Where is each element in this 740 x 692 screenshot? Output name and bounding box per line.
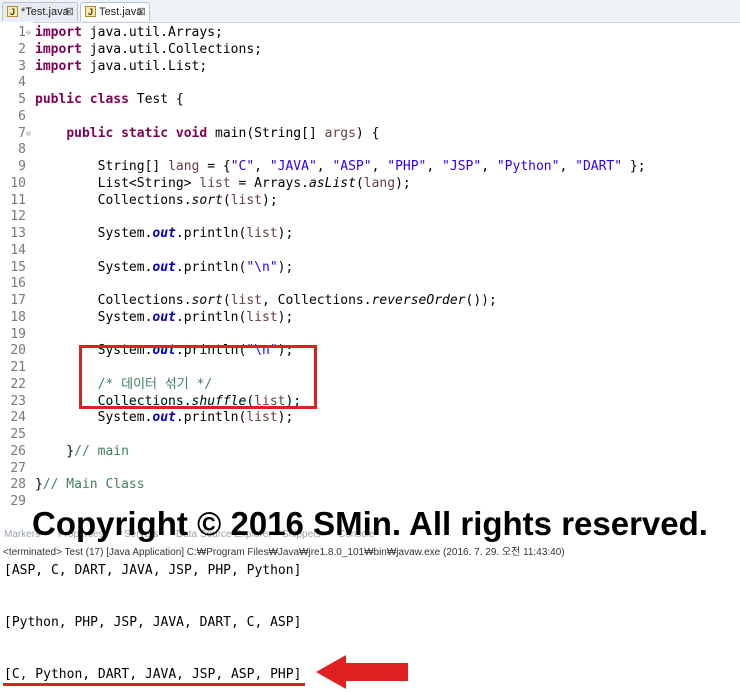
code-editor[interactable]: 1⊖ import java.util.Arrays; 2 import java.u…: [0, 22, 740, 510]
line-number: 28: [10, 477, 26, 493]
line-number: 19: [10, 326, 26, 342]
left-arrow-icon: [316, 655, 408, 689]
fold-toggle-icon[interactable]: ⊖: [26, 24, 35, 41]
code-line: 18 System.out.println(list);: [0, 309, 293, 326]
code-text: System.out.println(list);: [35, 226, 294, 241]
console-status: <terminated> Test (17) [Java Application…: [3, 547, 565, 558]
line-number: 16: [10, 276, 26, 292]
code-line: 11 Collections.sort(list);: [0, 192, 278, 209]
code-line: 27: [0, 460, 35, 477]
console-line: [C, Python, DART, JAVA, JSP, ASP, PHP]: [4, 666, 302, 682]
code-text: }// Main Class: [35, 477, 145, 493]
line-number: 23: [10, 393, 26, 409]
line-number: 4: [18, 75, 26, 91]
code-line: 14: [0, 242, 35, 259]
code-text: Collections.sort(list, Collections.rever…: [35, 293, 497, 308]
code-text: }// main: [35, 443, 129, 459]
code-line: 25: [0, 426, 35, 443]
code-text: import java.util.List;: [35, 58, 208, 74]
code-line: 6: [0, 108, 35, 125]
line-number: 11: [10, 192, 26, 208]
line-number: 27: [10, 460, 26, 476]
close-icon[interactable]: ⊠: [65, 3, 74, 21]
line-number: 25: [10, 427, 26, 442]
code-line: 12: [0, 208, 35, 225]
copyright-watermark: Copyright © 2016 SMin. All rights reserv…: [32, 505, 708, 542]
code-line: 16: [0, 275, 35, 292]
line-number: 3: [18, 58, 26, 74]
line-number: 9: [18, 159, 26, 174]
line-number: 13: [10, 226, 26, 241]
console-line: [ASP, C, DART, JAVA, JSP, PHP, Python]: [4, 563, 302, 578]
tab-label: *Test.java: [21, 6, 69, 18]
editor-tab-bar: *Test.java ⊠ Test.java ⊠: [0, 0, 740, 23]
code-text: import java.util.Arrays;: [35, 25, 223, 40]
code-line: 10 List<String> list = Arrays.asList(lan…: [0, 175, 411, 192]
line-number: 12: [10, 209, 26, 225]
line-number: 15: [10, 259, 26, 275]
line-number: 1: [18, 25, 26, 40]
code-line: 21: [0, 359, 35, 376]
code-line: 26 }// main: [0, 443, 129, 460]
code-line: 7⊖ public static void main(String[] args…: [0, 125, 379, 142]
line-number: 2: [18, 41, 26, 57]
code-line: 2 import java.util.Collections;: [0, 41, 262, 58]
code-text: import java.util.Collections;: [35, 41, 262, 57]
close-icon[interactable]: ⊠: [137, 3, 146, 21]
line-number: 20: [10, 343, 26, 359]
code-text: Collections.sort(list);: [35, 192, 278, 208]
code-line: 28 }// Main Class: [0, 476, 145, 493]
code-line: 24 System.out.println(list);: [0, 409, 293, 426]
code-line: 13 System.out.println(list);: [0, 225, 293, 242]
line-number: 10: [10, 175, 26, 191]
line-number: 17: [10, 293, 26, 308]
line-number: 6: [18, 108, 26, 124]
code-line: 19: [0, 326, 35, 343]
line-number: 24: [10, 410, 26, 426]
code-text: System.out.println(list);: [35, 309, 294, 325]
code-text: public static void main(String[] args) {: [66, 125, 380, 141]
java-file-icon: [7, 3, 18, 21]
line-number: 14: [10, 242, 26, 258]
console-line: [Python, PHP, JSP, JAVA, DART, C, ASP]: [4, 614, 302, 630]
code-text: List<String> list = Arrays.asList(lang);: [35, 175, 411, 191]
result-underline: [3, 683, 305, 686]
code-line: 1⊖ import java.util.Arrays;: [0, 24, 223, 41]
line-number: 26: [10, 443, 26, 459]
code-line: 3 import java.util.List;: [0, 58, 207, 75]
code-line: 17 Collections.sort(list, Collections.re…: [0, 292, 497, 309]
code-text: System.out.println(list);: [35, 410, 294, 426]
code-line: 8: [0, 141, 35, 158]
tab-test-java[interactable]: Test.java ⊠: [80, 2, 150, 21]
fold-toggle-icon[interactable]: ⊖: [26, 125, 35, 142]
tab-test-java-dirty[interactable]: *Test.java ⊠: [2, 2, 78, 21]
code-text: public class Test {: [35, 92, 184, 107]
line-number: 8: [18, 142, 26, 158]
line-number: 18: [10, 309, 26, 325]
code-line: 15 System.out.println("\n");: [0, 259, 293, 276]
code-line: 5 public class Test {: [0, 91, 184, 108]
code-line: 9 String[] lang = {"C", "JAVA", "ASP", "…: [0, 158, 646, 175]
line-number: 21: [10, 360, 26, 375]
code-text: System.out.println("\n");: [35, 259, 294, 275]
line-number: 7: [18, 125, 26, 141]
shuffle-highlight-box: [79, 345, 317, 409]
line-number: 22: [10, 376, 26, 392]
line-number: 5: [18, 92, 26, 107]
code-line: 4: [0, 74, 35, 91]
code-text: String[] lang = {"C", "JAVA", "ASP", "PH…: [35, 159, 646, 174]
java-file-icon: [85, 3, 96, 21]
